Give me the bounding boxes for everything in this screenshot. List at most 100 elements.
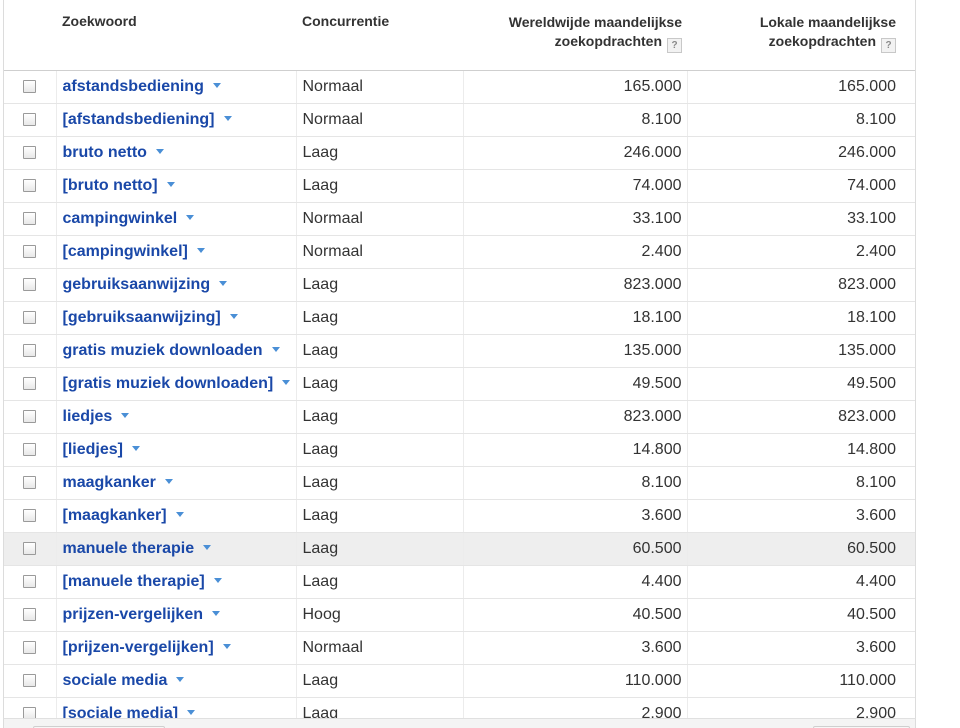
table-row[interactable]: [campingwinkel] Normaal 2.400 2.400 xyxy=(4,235,915,269)
row-checkbox[interactable] xyxy=(23,674,37,688)
table-row[interactable]: manuele therapie Laag 60.500 60.500 xyxy=(4,532,915,566)
keyword-link[interactable]: bruto netto xyxy=(63,144,147,161)
keyword-link[interactable]: afstandsbediening xyxy=(63,78,204,95)
keyword-link[interactable]: gratis muziek downloaden xyxy=(63,342,263,359)
row-checkbox[interactable] xyxy=(23,575,37,589)
keyword-link[interactable]: [prijzen-vergelijken] xyxy=(63,639,214,656)
row-checkbox[interactable] xyxy=(23,476,37,490)
row-checkbox[interactable] xyxy=(23,377,37,391)
row-checkbox[interactable] xyxy=(23,311,37,325)
keyword-link[interactable]: gebruiksaanwijzing xyxy=(63,276,211,293)
table-row[interactable]: sociale media Laag 110.000 110.000 xyxy=(4,664,915,698)
table-row[interactable]: gratis muziek downloaden Laag 135.000 135.0… xyxy=(4,334,915,368)
table-row[interactable]: [prijzen-vergelijken] Normaal 3.600 3.600 xyxy=(4,631,915,665)
global-searches-cell: 3.600 xyxy=(463,499,688,533)
keyword-cell: [manuele therapie] xyxy=(56,565,297,599)
header-local-searches[interactable]: Lokale maandelijkse zoekopdrachten? xyxy=(687,0,915,71)
keyword-link[interactable]: prijzen-vergelijken xyxy=(63,606,204,623)
keyword-link[interactable]: [campingwinkel] xyxy=(63,243,188,260)
keyword-link[interactable]: sociale media xyxy=(63,672,168,689)
chevron-down-icon[interactable] xyxy=(219,281,228,286)
local-searches-cell: 60.500 xyxy=(687,532,915,566)
table-row[interactable]: [manuele therapie] Laag 4.400 4.400 xyxy=(4,565,915,599)
table-row[interactable]: gebruiksaanwijzing Laag 823.000 823.000 xyxy=(4,268,915,302)
chevron-down-icon[interactable] xyxy=(222,644,231,649)
chevron-down-icon[interactable] xyxy=(121,413,130,418)
row-checkbox[interactable] xyxy=(23,410,37,424)
row-checkbox[interactable] xyxy=(23,212,37,226)
global-searches-cell: 135.000 xyxy=(463,334,688,368)
table-row[interactable]: prijzen-vergelijken Hoog 40.500 40.500 xyxy=(4,598,915,632)
row-checkbox[interactable] xyxy=(23,80,37,94)
table-row[interactable]: [bruto netto] Laag 74.000 74.000 xyxy=(4,169,915,203)
row-checkbox[interactable] xyxy=(23,443,37,457)
keyword-link[interactable]: [maagkanker] xyxy=(63,507,167,524)
chevron-down-icon[interactable] xyxy=(213,578,222,583)
row-checkbox[interactable] xyxy=(23,641,37,655)
chevron-down-icon[interactable] xyxy=(175,512,184,517)
table-row[interactable]: maagkanker Laag 8.100 8.100 xyxy=(4,466,915,500)
header-local-line2: zoekopdrachten xyxy=(768,33,876,49)
chevron-down-icon[interactable] xyxy=(223,116,232,121)
row-checkbox[interactable] xyxy=(23,278,37,292)
competition-cell: Laag xyxy=(296,169,464,203)
row-checkbox-cell xyxy=(4,433,57,467)
keyword-link[interactable]: [gebruiksaanwijzing] xyxy=(63,309,221,326)
chevron-down-icon[interactable] xyxy=(166,182,175,187)
global-searches-cell: 165.000 xyxy=(463,70,688,104)
chevron-down-icon[interactable] xyxy=(212,611,220,616)
header-global-searches[interactable]: Wereldwijde maandelijkse zoekopdrachten? xyxy=(463,0,687,71)
row-checkbox[interactable] xyxy=(23,542,37,556)
table-row[interactable]: [maagkanker] Laag 3.600 3.600 xyxy=(4,499,915,533)
competition-cell: Laag xyxy=(296,136,464,170)
row-checkbox[interactable] xyxy=(23,608,37,622)
competition-cell: Laag xyxy=(296,499,464,533)
keyword-link[interactable]: liedjes xyxy=(63,408,113,425)
local-searches-cell: 74.000 xyxy=(687,169,915,203)
chevron-down-icon[interactable] xyxy=(164,479,173,484)
keyword-link[interactable]: [manuele therapie] xyxy=(63,573,205,590)
table-row[interactable]: [afstandsbediening] Normaal 8.100 8.100 xyxy=(4,103,915,137)
row-checkbox[interactable] xyxy=(23,344,37,358)
row-checkbox-cell xyxy=(4,565,57,599)
header-keyword[interactable]: Zoekwoord xyxy=(56,0,296,71)
table-row[interactable]: afstandsbediening Normaal 165.000 165.000 xyxy=(4,70,915,104)
chevron-down-icon[interactable] xyxy=(176,677,185,682)
global-searches-cell: 110.000 xyxy=(463,664,688,698)
table-row[interactable]: [gratis muziek downloaden] Laag 49.500 49.5… xyxy=(4,367,915,401)
chevron-down-icon[interactable] xyxy=(203,545,212,550)
table-row[interactable]: bruto netto Laag 246.000 246.000 xyxy=(4,136,915,170)
row-checkbox[interactable] xyxy=(23,146,37,160)
help-icon[interactable]: ? xyxy=(881,38,896,53)
keyword-link[interactable]: [afstandsbediening] xyxy=(63,111,215,128)
chevron-down-icon[interactable] xyxy=(282,380,291,385)
keyword-link[interactable]: campingwinkel xyxy=(63,210,178,227)
table-row[interactable]: [liedjes] Laag 14.800 14.800 xyxy=(4,433,915,467)
global-searches-cell: 14.800 xyxy=(463,433,688,467)
chevron-down-icon[interactable] xyxy=(155,149,164,154)
keyword-link[interactable]: [gratis muziek downloaden] xyxy=(63,375,274,392)
row-checkbox[interactable] xyxy=(23,245,37,259)
table-row[interactable]: campingwinkel Normaal 33.100 33.100 xyxy=(4,202,915,236)
chevron-down-icon[interactable] xyxy=(187,710,196,715)
chevron-down-icon[interactable] xyxy=(212,83,221,88)
table-row[interactable]: liedjes Laag 823.000 823.000 xyxy=(4,400,915,434)
chevron-down-icon[interactable] xyxy=(131,446,140,451)
table-row[interactable]: [gebruiksaanwijzing] Laag 18.100 18.100 xyxy=(4,301,915,335)
row-checkbox[interactable] xyxy=(23,179,37,193)
keyword-link[interactable]: [bruto netto] xyxy=(63,177,158,194)
chevron-down-icon[interactable] xyxy=(229,314,238,319)
chevron-down-icon[interactable] xyxy=(196,248,205,253)
header-competition[interactable]: Concurrentie xyxy=(296,0,463,71)
keyword-cell: prijzen-vergelijken xyxy=(56,598,297,632)
row-checkbox[interactable] xyxy=(23,509,37,523)
local-searches-cell: 246.000 xyxy=(687,136,915,170)
row-checkbox-cell xyxy=(4,631,57,665)
keyword-link[interactable]: [liedjes] xyxy=(63,441,123,458)
chevron-down-icon[interactable] xyxy=(186,215,195,220)
row-checkbox[interactable] xyxy=(23,113,37,127)
help-icon[interactable]: ? xyxy=(667,38,682,53)
chevron-down-icon[interactable] xyxy=(271,347,280,352)
keyword-link[interactable]: maagkanker xyxy=(63,474,156,491)
keyword-link[interactable]: manuele therapie xyxy=(63,540,195,557)
